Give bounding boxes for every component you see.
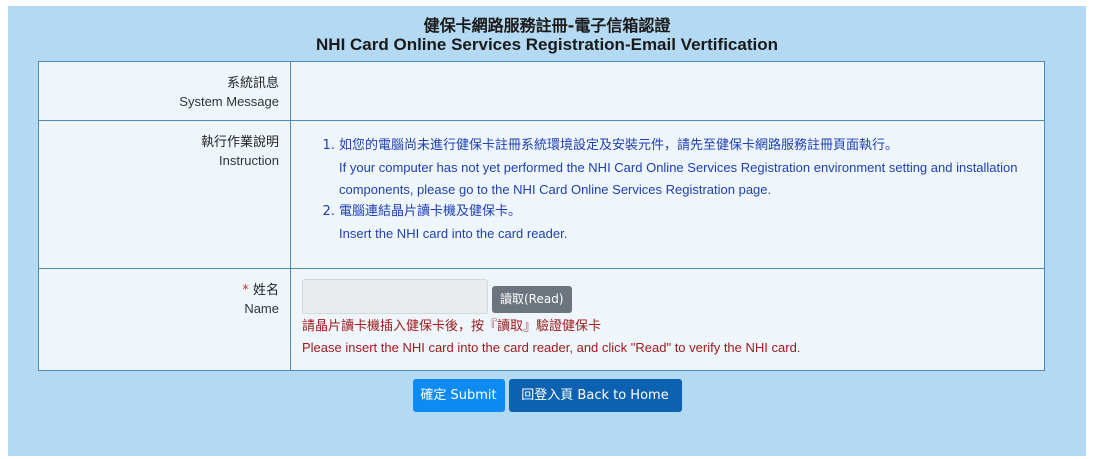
read-card-button[interactable]: 讀取(Read) — [492, 286, 572, 313]
instruction-item-2-en: Insert the NHI card into the card reader… — [339, 226, 568, 241]
instruction-list: 如您的電腦尚未進行健保卡註冊系統環境設定及安裝元件，請先至健保卡網路服務註冊頁面… — [291, 121, 1044, 245]
instruction-content: 如您的電腦尚未進行健保卡註冊系統環境設定及安裝元件，請先至健保卡網路服務註冊頁面… — [290, 120, 1045, 269]
system-message-label-cell: 系統訊息 System Message — [38, 61, 291, 121]
registration-form-table: 系統訊息 System Message 執行作業說明 Instruction 如… — [38, 61, 1045, 371]
page-title-zh: 健保卡網路服務註冊-電子信箱認證 — [423, 16, 671, 35]
instruction-item-2-zh: 電腦連結晶片讀卡機及健保卡。 — [339, 204, 522, 219]
submit-button[interactable]: 確定 Submit — [412, 379, 505, 412]
name-label-en: Name — [244, 301, 279, 316]
name-row: * 姓名 Name 讀取(Read) 請晶片讀卡機插入健保卡後，按『讀取』驗證健… — [38, 268, 1045, 371]
card-hint-en: Please insert the NHI card into the card… — [302, 340, 801, 355]
action-buttons: 確定 Submit 回登入頁 Back to Home — [8, 379, 1086, 412]
name-label-cell: * 姓名 Name — [38, 268, 291, 371]
instruction-label-zh: 執行作業說明 — [200, 135, 279, 150]
instruction-item-1-zh: 如您的電腦尚未進行健保卡註冊系統環境設定及安裝元件，請先至健保卡網路服務註冊頁面… — [339, 138, 899, 153]
system-message-value — [290, 61, 1045, 121]
main-panel: 健保卡網路服務註冊-電子信箱認證 NHI Card Online Service… — [8, 6, 1086, 456]
instruction-label-en: Instruction — [219, 153, 279, 168]
required-mark: * — [242, 283, 249, 298]
name-input[interactable] — [302, 279, 488, 314]
system-message-row: 系統訊息 System Message — [38, 61, 1045, 121]
back-to-home-button[interactable]: 回登入頁 Back to Home — [508, 379, 682, 412]
name-label-zh-wrap: * 姓名 — [39, 281, 279, 300]
system-message-label-en: System Message — [179, 94, 279, 109]
system-message-label-zh: 系統訊息 — [226, 76, 279, 91]
instruction-label-cell: 執行作業說明 Instruction — [38, 120, 291, 269]
page-title-en: NHI Card Online Services Registration-Em… — [316, 35, 778, 54]
name-label-zh: 姓名 — [252, 283, 279, 298]
instruction-item-1-en: If your computer has not yet performed t… — [339, 160, 1018, 197]
name-field-cell: 讀取(Read) 請晶片讀卡機插入健保卡後，按『讀取』驗證健保卡 Please … — [290, 268, 1045, 371]
card-hint-zh: 請晶片讀卡機插入健保卡後，按『讀取』驗證健保卡 — [302, 319, 602, 334]
instruction-item-2: 電腦連結晶片讀卡機及健保卡。 Insert the NHI card into … — [339, 201, 1044, 245]
instruction-row: 執行作業說明 Instruction 如您的電腦尚未進行健保卡註冊系統環境設定及… — [38, 120, 1045, 269]
instruction-item-1: 如您的電腦尚未進行健保卡註冊系統環境設定及安裝元件，請先至健保卡網路服務註冊頁面… — [339, 135, 1044, 201]
